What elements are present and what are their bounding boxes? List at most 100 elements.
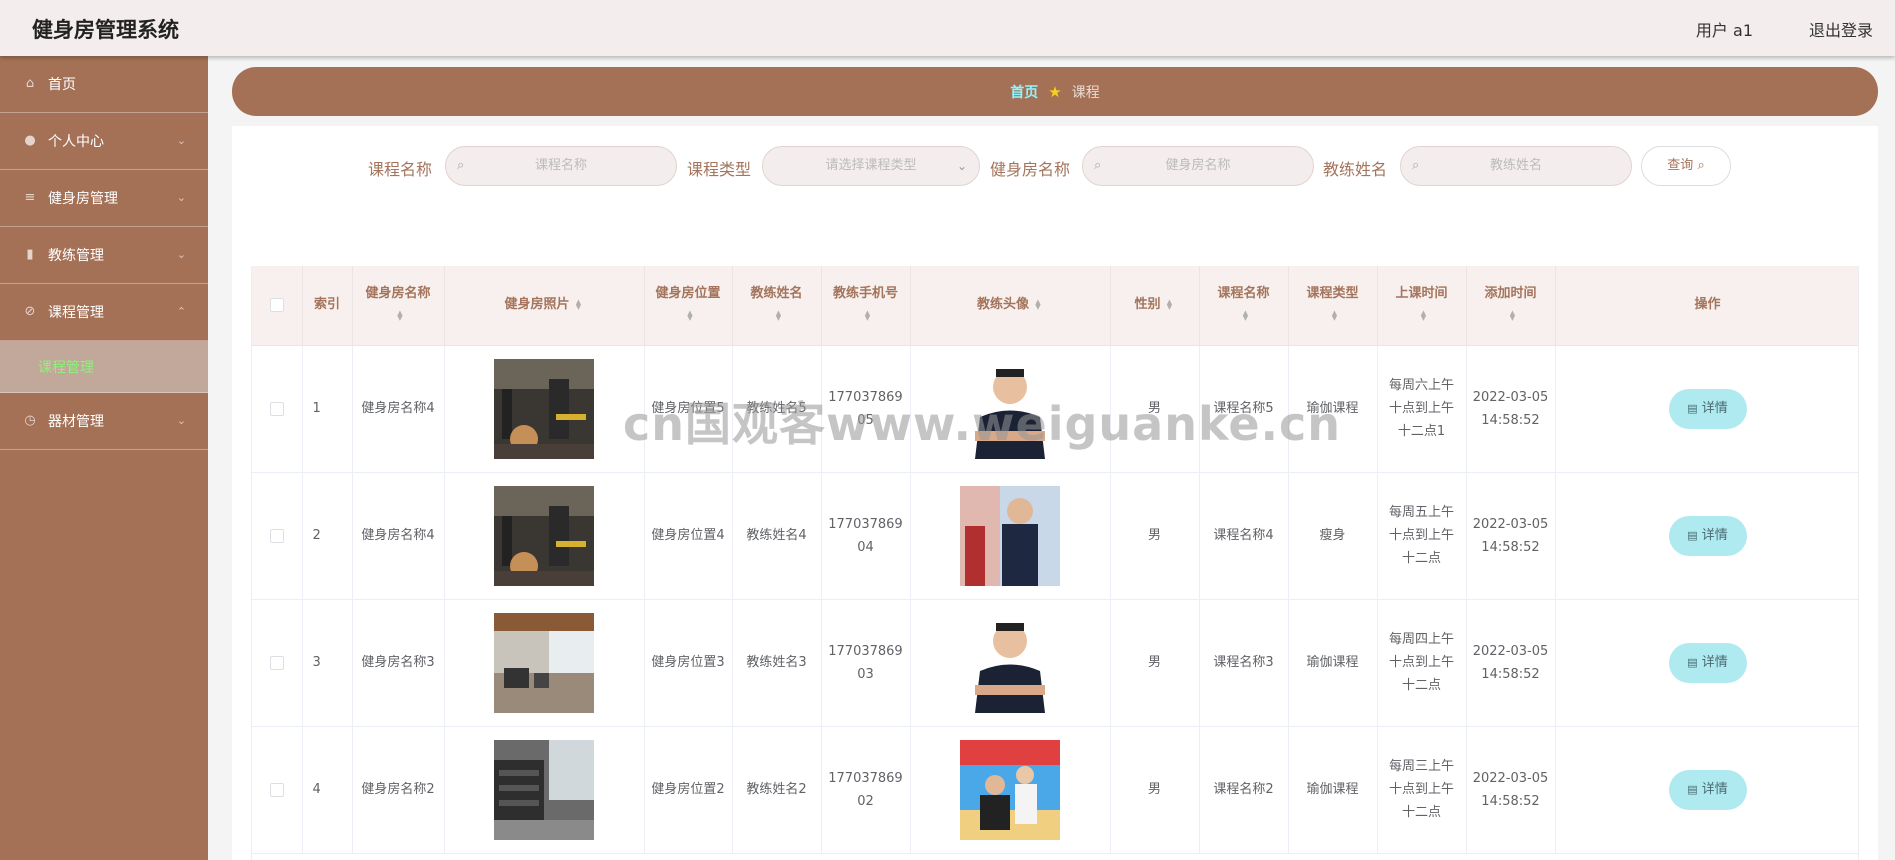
search-icon: ⌕ [1412, 158, 1420, 173]
sort-icon: ▲ ▼ [864, 308, 871, 322]
cell-gym-name: 健身房名称2 [352, 726, 445, 854]
sidebar-item-course-management[interactable]: ⊘ 课程管理 ⌃ [0, 284, 208, 341]
compass-icon: ⊘ [24, 304, 36, 319]
chevron-down-icon: ⌄ [176, 414, 186, 427]
sort-icon: ▲ ▼ [575, 297, 582, 311]
search-icon: ⌕ [457, 158, 465, 173]
cell-class-time: 每周六上午十点到上午十二点1 [1377, 345, 1467, 473]
sidebar-item-home[interactable]: ⌂ 首页 [0, 56, 208, 113]
course-table: 索引 健身房名称 ▲ ▼ 健身房照片 ▲ ▼ 健身房位置▲ ▼ 教练姓名 ▲ ▼ 教练手机号▲… [251, 266, 1859, 860]
gym-name-input[interactable]: ⌕ 健身房名称 [1082, 146, 1314, 186]
table-row: 3 健身房名称3 健身房位置3 教练姓名3 17703786903 男 课程名称… [252, 599, 1858, 727]
cell-gender: 男 [1110, 599, 1200, 727]
header-gym-location[interactable]: 健身房位置▲ ▼ [644, 266, 733, 346]
sort-icon: ▲ ▼ [1166, 297, 1173, 311]
cell-actions: ▤ 详情 [1555, 345, 1858, 473]
sidebar-item-label: 课程管理 [48, 305, 104, 321]
header-course-name[interactable]: 课程名称 ▲ ▼ [1199, 266, 1289, 346]
cell-coach-phone: 17703786902 [821, 726, 911, 854]
clock-icon: ◷ [24, 413, 36, 428]
cell-index: 1 [302, 345, 353, 473]
cell-index: 2 [302, 472, 353, 600]
sort-icon: ▲ ▼ [687, 308, 693, 322]
coach-name-input[interactable]: ⌕ 教练姓名 [1400, 146, 1632, 186]
list-icon: ≡ [24, 190, 36, 205]
sort-icon: ▲ ▼ [1420, 308, 1427, 322]
sidebar-item-personal-center[interactable]: ● 个人中心 ⌄ [0, 113, 208, 170]
cell-class-time: 每周三上午十点到上午十二点 [1377, 726, 1467, 854]
cell-gym-name: 健身房名称4 [352, 345, 445, 473]
header-coach-avatar[interactable]: 教练头像 ▲ ▼ [910, 266, 1111, 346]
cell-add-time: 2022-03-05 14:58:52 [1466, 726, 1556, 854]
course-name-input[interactable]: ⌕ 课程名称 [445, 146, 677, 186]
sort-icon: ▲ ▼ [1242, 308, 1249, 322]
sidebar-item-label: 首页 [48, 77, 76, 93]
cell-gender: 男 [1110, 726, 1200, 854]
sidebar-item-coach-management[interactable]: ▮ 教练管理 ⌄ [0, 227, 208, 284]
document-icon: ▤ [1687, 655, 1698, 669]
sidebar-subitem-course-management[interactable]: 课程管理 [0, 341, 208, 393]
row-checkbox[interactable] [269, 401, 284, 416]
header-gym-name[interactable]: 健身房名称 ▲ ▼ [352, 266, 445, 346]
header-actions: 操作 [1555, 266, 1858, 346]
cell-coach-phone: 17703786903 [821, 599, 911, 727]
detail-button[interactable]: ▤ 详情 [1668, 642, 1747, 683]
chevron-down-icon: ⌄ [176, 248, 186, 261]
cell-course-name: 课程名称2 [1199, 726, 1289, 854]
select-all-checkbox[interactable] [269, 297, 284, 312]
cell-gym-location: 健身房位置4 [644, 472, 733, 600]
cell-coach-phone: 17703786904 [821, 472, 911, 600]
breadcrumb-home[interactable]: 首页 [1010, 82, 1038, 102]
cell-gym-location: 健身房位置5 [644, 345, 733, 473]
cell-gym-photo [444, 726, 645, 854]
sort-icon: ▲ ▼ [1035, 297, 1041, 311]
cell-gym-name: 健身房名称4 [352, 472, 445, 600]
cell-class-time: 每周五上午十点到上午十二点 [1377, 472, 1467, 600]
search-form: 课程名称 ⌕ 课程名称 课程类型 请选择课程类型 ⌄ 健身房名称 ⌕ 健身房名称… [232, 146, 1878, 186]
row-checkbox[interactable] [269, 528, 284, 543]
cell-coach-name: 教练姓名2 [732, 726, 822, 854]
cell-gym-location: 健身房位置2 [644, 726, 733, 854]
app-title: 健身房管理系统 [32, 18, 179, 42]
detail-button[interactable]: ▤ 详情 [1668, 515, 1747, 556]
cell-coach-name: 教练姓名3 [732, 599, 822, 727]
detail-button[interactable]: ▤ 详情 [1668, 388, 1747, 429]
cell-gym-location: 健身房位置3 [644, 599, 733, 727]
content-panel: 课程名称 ⌕ 课程名称 课程类型 请选择课程类型 ⌄ 健身房名称 ⌕ 健身房名称… [232, 126, 1878, 860]
cell-gym-photo [444, 345, 645, 473]
search-icon: ⌕ [1094, 158, 1102, 173]
sidebar-item-gym-management[interactable]: ≡ 健身房管理 ⌄ [0, 170, 208, 227]
top-header: 健身房管理系统 用户 a1 退出登录 [0, 0, 1895, 56]
header-gym-photo[interactable]: 健身房照片 ▲ ▼ [444, 266, 645, 346]
star-icon: ★ [1048, 82, 1062, 101]
cell-course-name: 课程名称4 [1199, 472, 1289, 600]
document-icon: ▤ [1687, 401, 1698, 415]
header-gender[interactable]: 性别 ▲ ▼ [1110, 266, 1200, 346]
cell-gym-photo [444, 599, 645, 727]
sort-icon: ▲ ▼ [1331, 308, 1338, 322]
logout-button[interactable]: 退出登录 [1809, 17, 1873, 41]
row-checkbox[interactable] [269, 782, 284, 797]
header-class-time[interactable]: 上课时间 ▲ ▼ [1377, 266, 1467, 346]
row-checkbox[interactable] [269, 655, 284, 670]
table-row: 4 健身房名称2 健身房位置2 教练姓名2 17703786902 男 课程名称… [252, 726, 1858, 854]
header-course-type[interactable]: 课程类型 ▲ ▼ [1288, 266, 1378, 346]
header-add-time[interactable]: 添加时间 ▲ ▼ [1466, 266, 1556, 346]
query-button[interactable]: 查询 ⌕ [1641, 146, 1731, 186]
gym-photo-image [494, 485, 594, 586]
header-coach-phone[interactable]: 教练手机号▲ ▼ [821, 266, 911, 346]
header-coach-name[interactable]: 教练姓名 ▲ ▼ [732, 266, 822, 346]
sort-icon: ▲ ▼ [775, 308, 782, 322]
coach-avatar-image [960, 739, 1060, 840]
cell-coach-avatar [910, 726, 1111, 854]
table-row: 2 健身房名称4 健身房位置4 教练姓名4 17703786904 男 课程名称… [252, 472, 1858, 600]
coach-name-label: 教练姓名 [1323, 160, 1388, 179]
sidebar-item-equipment-management[interactable]: ◷ 器材管理 ⌄ [0, 393, 208, 450]
cell-coach-name: 教练姓名5 [732, 345, 822, 473]
chevron-down-icon: ⌄ [176, 191, 186, 204]
course-type-select[interactable]: 请选择课程类型 ⌄ [762, 146, 980, 186]
coach-avatar-image [960, 612, 1060, 713]
cell-index: 3 [302, 599, 353, 727]
detail-button[interactable]: ▤ 详情 [1668, 769, 1747, 810]
search-icon: ⌕ [1697, 158, 1705, 173]
